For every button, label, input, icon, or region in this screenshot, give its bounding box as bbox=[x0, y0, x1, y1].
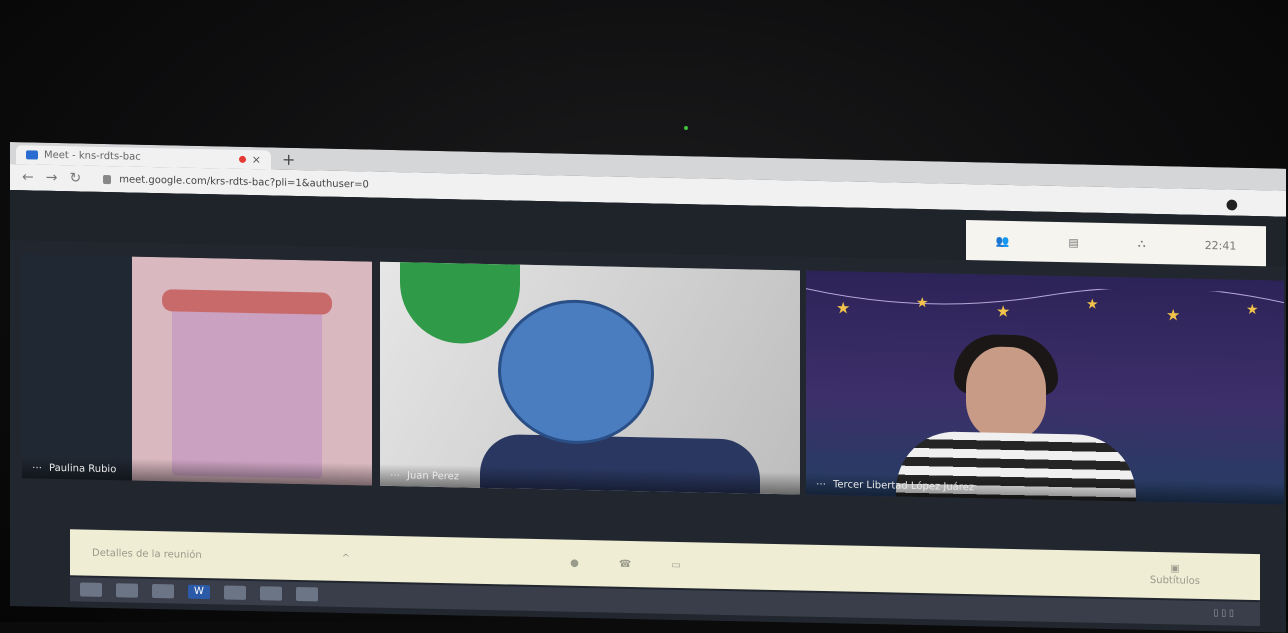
meeting-details-button[interactable]: Detalles de la reunión bbox=[92, 547, 202, 560]
more-options-icon[interactable]: ⋯ bbox=[390, 469, 401, 480]
captions-label: Subtítulos bbox=[1149, 574, 1200, 587]
app-icon[interactable] bbox=[296, 586, 318, 602]
participant-name: Juan Perez bbox=[407, 469, 460, 482]
chat-icon[interactable]: ▤ bbox=[1068, 236, 1078, 249]
new-tab-button[interactable]: + bbox=[282, 150, 295, 169]
recording-dot-icon bbox=[238, 155, 246, 163]
svg-text:★: ★ bbox=[1166, 305, 1180, 324]
chrome-icon[interactable] bbox=[260, 586, 282, 601]
reload-icon[interactable]: ↻ bbox=[69, 170, 81, 186]
meeting-time: 22:41 bbox=[1204, 238, 1237, 253]
captions-icon: ▣ bbox=[1170, 563, 1180, 575]
chevron-up-icon[interactable]: ^ bbox=[342, 552, 350, 563]
participant-tile[interactable]: ⋯ Juan Perez bbox=[380, 261, 800, 495]
participant-tile[interactable]: ★ ★ ★ ★ ★ ★ ⋯ Tercer Libertad López Juár… bbox=[806, 270, 1284, 505]
meet-call-area: 👥 ▤ ⛬ 22:41 ⋯ Paulina Rubio ⋯ Juan Perez bbox=[10, 190, 1286, 633]
svg-text:★: ★ bbox=[916, 295, 929, 311]
svg-text:★: ★ bbox=[836, 298, 850, 317]
hangup-icon[interactable]: ☎ bbox=[619, 558, 631, 569]
captions-button[interactable]: ▣ Subtítulos bbox=[1150, 563, 1200, 588]
laptop-screen: Meet - kns-rdts-bac × + ← → ↻ meet.googl… bbox=[10, 142, 1286, 633]
activities-icon[interactable]: ⛬ bbox=[1138, 237, 1146, 251]
profile-dot-icon[interactable]: ● bbox=[1226, 196, 1238, 212]
start-icon[interactable] bbox=[80, 582, 102, 597]
tab-close-button[interactable]: × bbox=[252, 153, 261, 166]
file-explorer-icon[interactable] bbox=[116, 583, 138, 598]
back-arrow-icon[interactable]: ← bbox=[22, 169, 34, 185]
system-tray: ▯ ▯ ▯ bbox=[1213, 608, 1234, 619]
more-options-icon[interactable]: ⋯ bbox=[816, 478, 827, 489]
app-icon[interactable] bbox=[152, 583, 174, 599]
camera-icon[interactable]: ▭ bbox=[671, 559, 680, 570]
video-feed-object bbox=[966, 346, 1046, 440]
more-options-icon[interactable]: ⋯ bbox=[32, 462, 43, 473]
meet-favicon-icon bbox=[26, 150, 38, 160]
people-icon[interactable]: 👥 bbox=[996, 234, 1010, 247]
webcam-led bbox=[684, 126, 688, 130]
word-icon[interactable]: W bbox=[188, 584, 210, 600]
mic-icon[interactable]: ● bbox=[570, 557, 579, 568]
meet-top-panel: 👥 ▤ ⛬ 22:41 bbox=[966, 220, 1266, 267]
participant-tile[interactable]: ⋯ Paulina Rubio bbox=[22, 254, 372, 486]
tab-title: Meet - kns-rdts-bac bbox=[44, 149, 141, 163]
participant-name: Tercer Libertad López Juárez bbox=[833, 478, 975, 493]
svg-text:★: ★ bbox=[1246, 302, 1259, 318]
svg-text:★: ★ bbox=[1086, 297, 1099, 313]
lock-icon bbox=[103, 174, 112, 184]
video-feed-object bbox=[172, 295, 322, 479]
participant-name: Paulina Rubio bbox=[49, 462, 117, 475]
url-field[interactable]: meet.google.com/krs-rdts-bac?pli=1&authu… bbox=[119, 174, 369, 190]
forward-arrow-icon[interactable]: → bbox=[46, 170, 58, 186]
video-feed-object bbox=[162, 289, 332, 315]
app-icon[interactable] bbox=[224, 585, 246, 600]
svg-text:★: ★ bbox=[996, 302, 1010, 321]
